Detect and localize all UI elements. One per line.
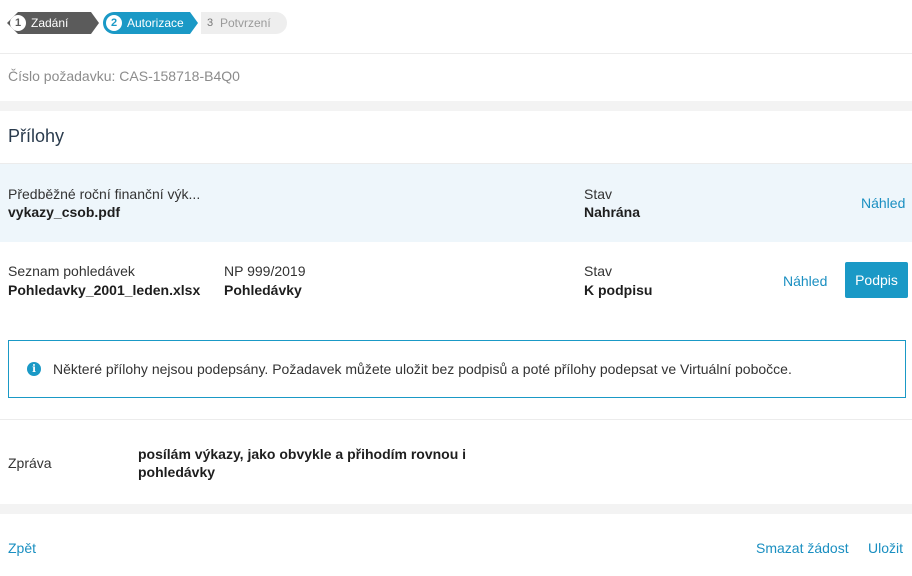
info-alert: i Některé přílohy nejsou podepsány. Poža… xyxy=(8,340,906,398)
status-label: Stav xyxy=(584,263,613,279)
status-value: Nahrána xyxy=(584,204,641,220)
attachment-file: vykazy_csob.pdf xyxy=(8,204,121,220)
attachment-file: Pohledavky_2001_leden.xlsx xyxy=(8,282,201,298)
reference-number: NP 999/2019 xyxy=(224,263,306,279)
step-number: 3 xyxy=(206,17,214,29)
preview-link[interactable]: Náhled xyxy=(861,195,905,211)
step-number: 1 xyxy=(10,15,26,31)
divider xyxy=(0,53,912,54)
section-separator xyxy=(0,504,912,514)
back-link[interactable]: Zpět xyxy=(8,540,36,556)
attachment-name: Předběžné roční finanční výk... xyxy=(8,186,201,202)
request-number: Číslo požadavku: CAS-158718-B4Q0 xyxy=(8,68,240,84)
step-number: 2 xyxy=(106,15,122,31)
attachments-title: Přílohy xyxy=(8,126,65,146)
step-label: Autorizace xyxy=(127,16,184,30)
step-potvrzeni: 3 Potvrzení xyxy=(201,12,287,34)
info-text: Některé přílohy nejsou podepsány. Požada… xyxy=(53,361,792,377)
status-value: K podpisu xyxy=(584,282,653,298)
sign-button[interactable]: Podpis xyxy=(845,262,908,298)
step-label: Potvrzení xyxy=(220,16,271,30)
section-separator xyxy=(0,101,912,111)
reference-type: Pohledávky xyxy=(224,282,302,298)
status-label: Stav xyxy=(584,186,613,202)
step-label: Zadání xyxy=(31,16,69,30)
attachment-name: Seznam pohledávek xyxy=(8,263,135,279)
attachment-row xyxy=(0,164,912,242)
message-label: Zpráva xyxy=(8,455,52,471)
step-autorizace[interactable]: 2 Autorizace xyxy=(103,12,198,34)
info-icon: i xyxy=(27,362,41,376)
save-link[interactable]: Uložit xyxy=(868,540,903,556)
message-line-2: pohledávky xyxy=(138,464,216,480)
message-line-1: posílám výkazy, jako obvykle a přihodím … xyxy=(138,446,467,462)
step-zadani[interactable]: 1 Zadání xyxy=(7,12,99,34)
delete-request-link[interactable]: Smazat žádost xyxy=(756,540,849,556)
divider xyxy=(0,419,912,420)
preview-link[interactable]: Náhled xyxy=(783,273,827,289)
